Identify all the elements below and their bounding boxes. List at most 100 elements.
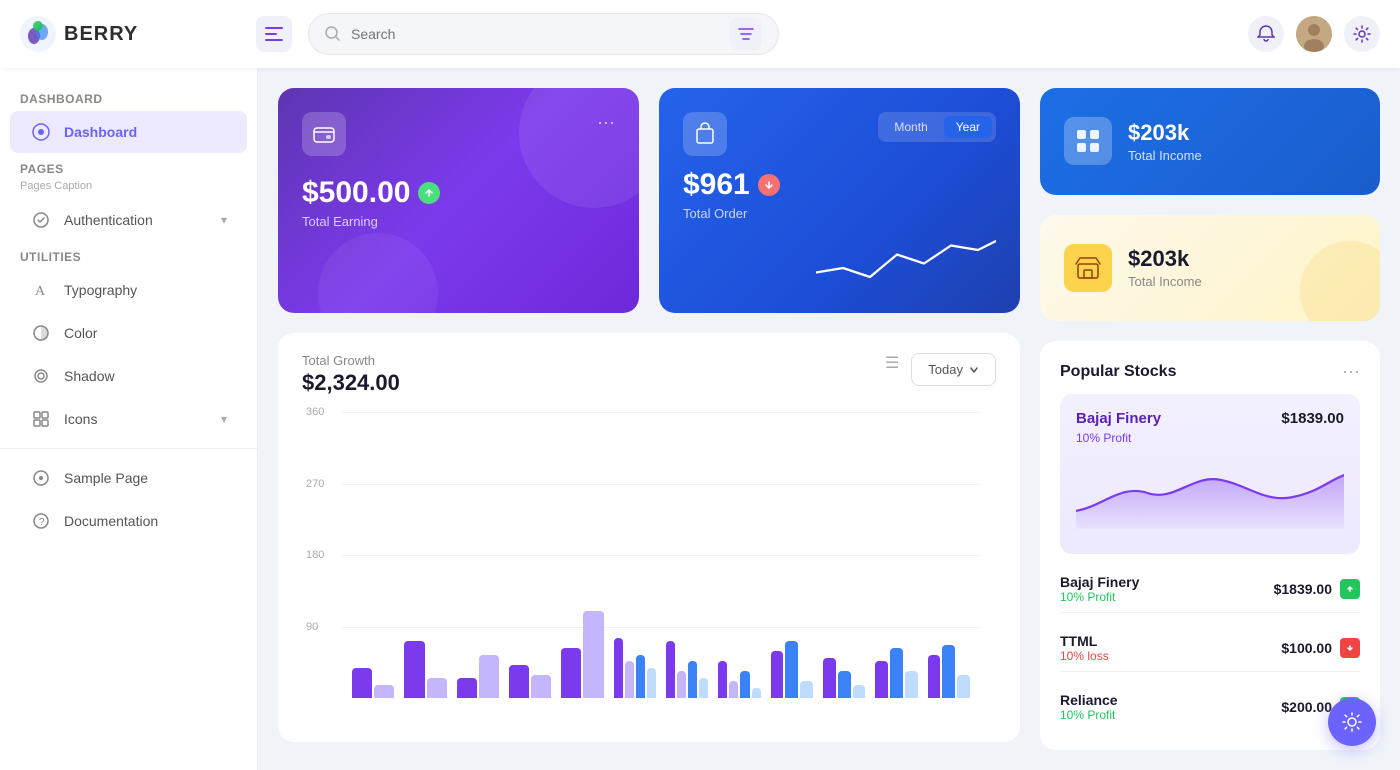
stock-bajaj-profit: 10% Profit [1060,590,1139,604]
bar-group [404,412,446,698]
typography-icon: A [30,279,52,301]
icons-icon [30,408,52,430]
income-blue-label: Total Income [1128,148,1202,163]
stock-ttml-right: $100.00 [1281,638,1360,658]
stock-ttml-name: TTML [1060,633,1109,649]
sample-page-icon [30,467,52,489]
arrow-down-icon [763,179,775,191]
left-content: ··· $500.00 Total Earning [278,88,1020,750]
stock-card-header: Bajaj Finery $1839.00 [1076,410,1344,427]
documentation-label: Documentation [64,513,158,529]
notification-button[interactable] [1248,16,1284,52]
logo-icon [20,16,56,52]
pages-section-label: Pages [0,154,257,180]
income-blue-amount: $203k [1128,120,1202,146]
icons-chevron: ▾ [221,412,227,426]
order-down-badge [758,174,780,196]
fab-gear-icon [1341,711,1363,733]
chart-menu-icon[interactable]: ☰ [885,353,899,373]
documentation-icon: ? [30,510,52,532]
grid-icon [1074,127,1102,155]
month-btn[interactable]: Month [882,116,939,138]
up-arrow-icon [1345,584,1355,594]
order-label: Total Order [683,206,996,221]
stock-bajaj-price: $1839.00 [1274,581,1332,597]
bar-group [718,412,760,698]
avatar-image [1296,16,1332,52]
sidebar-item-icons[interactable]: Icons ▾ [10,398,247,440]
bar-group [771,412,813,698]
sample-page-label: Sample Page [64,470,148,486]
stocks-title: Popular Stocks [1060,363,1176,381]
order-card: Month Year $961 Total Order [659,88,1020,313]
svg-text:?: ? [39,517,45,528]
avatar[interactable] [1296,16,1332,52]
earning-card-menu[interactable]: ··· [597,112,615,133]
topnav: BERRY [0,0,1400,68]
chart-header: Total Growth $2,324.00 ☰ Today [302,353,996,396]
gear-icon [1353,25,1371,43]
chart-section: Total Growth $2,324.00 ☰ Today [278,333,1020,742]
icons-label: Icons [64,411,97,427]
today-button[interactable]: Today [911,353,996,386]
chart-title-label: Total Growth [302,353,400,368]
sidebar-item-dashboard[interactable]: Dashboard [10,111,247,153]
stocks-menu[interactable]: ··· [1342,361,1360,382]
filter-button[interactable] [730,18,762,50]
menu-button[interactable] [256,16,292,52]
main-layout: Dashboard Dashboard Pages Pages Caption … [0,68,1400,770]
sidebar-item-sample-page[interactable]: Sample Page [10,457,247,499]
featured-stock-profit: 10% Profit [1076,431,1344,445]
utilities-section-label: Utilities [0,242,257,268]
order-card-icon [683,112,727,156]
stock-reliance-name: Reliance [1060,692,1118,708]
bar-group [823,412,865,698]
sidebar-divider [0,448,257,449]
settings-button[interactable] [1344,16,1380,52]
chart-title-area: Total Growth $2,324.00 [302,353,400,396]
bar-group [928,412,970,698]
sidebar-item-shadow[interactable]: Shadow [10,355,247,397]
bar-group [509,412,551,698]
income-yellow-icon [1064,244,1112,292]
auth-icon [30,209,52,231]
sidebar-item-documentation[interactable]: ? Documentation [10,500,247,542]
chart-amount: $2,324.00 [302,370,400,396]
right-panel: $203k Total Income $203k Total Income [1040,88,1380,750]
featured-stock-name: Bajaj Finery [1076,410,1161,427]
shadow-label: Shadow [64,368,115,384]
dashboard-section-label: Dashboard [0,84,257,110]
color-icon [30,322,52,344]
sidebar-item-typography[interactable]: A Typography [10,269,247,311]
sidebar-item-authentication[interactable]: Authentication ▾ [10,199,247,241]
bar-group [666,412,708,698]
fab-button[interactable] [1328,698,1376,746]
bar-group [561,412,603,698]
pages-caption: Pages Caption [0,180,257,198]
stock-item-reliance-left: Reliance 10% Profit [1060,692,1118,722]
stock-list-item-ttml[interactable]: TTML 10% loss $100.00 [1060,625,1360,672]
sidebar-item-color[interactable]: Color [10,312,247,354]
auth-label: Authentication [64,212,153,228]
logo-area: BERRY [20,16,240,52]
stock-list-item-bajaj[interactable]: Bajaj Finery 10% Profit $1839.00 [1060,566,1360,613]
search-bar [308,13,779,55]
earning-label: Total Earning [302,214,615,229]
year-btn[interactable]: Year [944,116,992,138]
stock-bajaj-name: Bajaj Finery [1060,574,1139,590]
stock-chart-card: Bajaj Finery $1839.00 10% Profit [1060,394,1360,554]
stock-list-item-reliance[interactable]: Reliance 10% Profit $200.00 [1060,684,1360,730]
order-wave-area [683,229,996,289]
income-yellow-amount: $203k [1128,246,1202,272]
nav-icons [1248,16,1380,52]
bar-group [457,412,499,698]
stock-bajaj-right: $1839.00 [1274,579,1360,599]
income-yellow-info: $203k Total Income [1128,246,1202,289]
bag-icon [693,122,717,146]
income-blue-icon [1064,117,1112,165]
store-icon [1074,254,1102,282]
bars-container [342,412,980,698]
search-icon [325,26,341,42]
bar-group [875,412,917,698]
search-input[interactable] [351,26,720,42]
